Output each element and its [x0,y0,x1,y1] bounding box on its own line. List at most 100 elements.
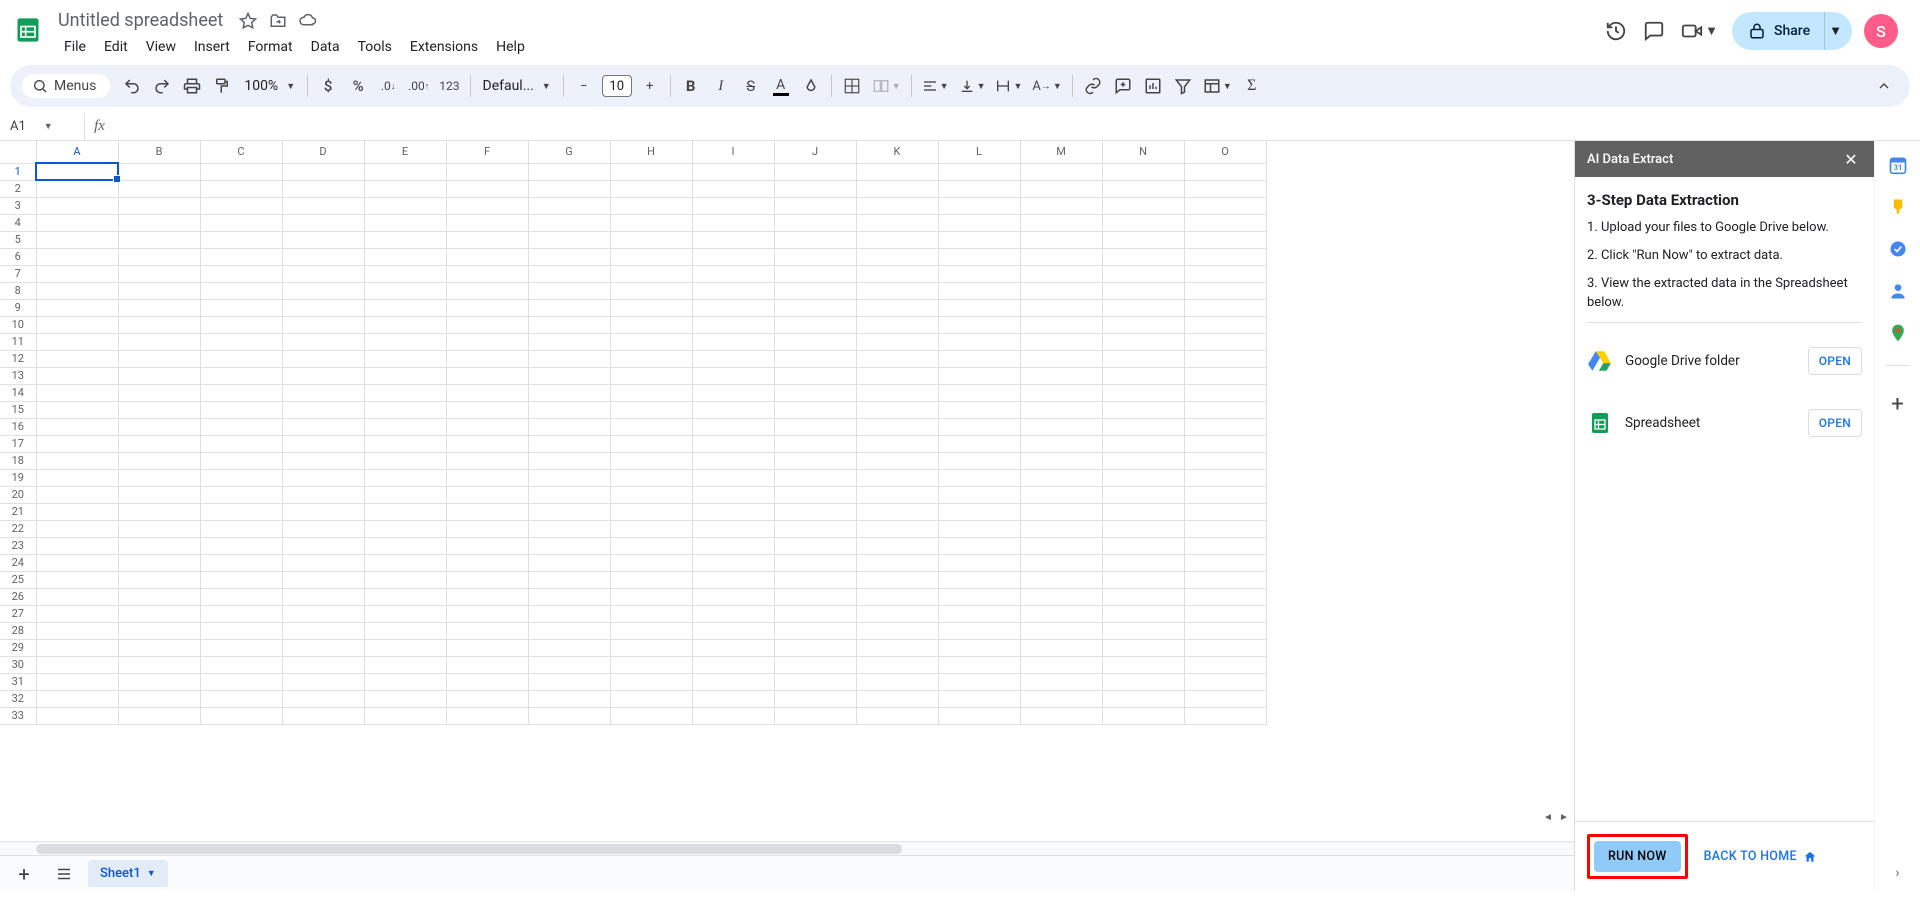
cell-E23[interactable] [364,537,446,554]
cell-B27[interactable] [118,605,200,622]
row-header-8[interactable]: 8 [0,282,36,299]
cell-C4[interactable] [200,214,282,231]
cell-H3[interactable] [610,197,692,214]
cell-O18[interactable] [1184,452,1266,469]
cell-L31[interactable] [938,673,1020,690]
cell-M1[interactable] [1020,163,1102,180]
cell-D33[interactable] [282,707,364,724]
cell-I8[interactable] [692,282,774,299]
cell-J1[interactable] [774,163,856,180]
cell-M33[interactable] [1020,707,1102,724]
cell-C24[interactable] [200,554,282,571]
cell-M4[interactable] [1020,214,1102,231]
vertical-align-button[interactable]: ▼ [955,72,990,100]
cell-B31[interactable] [118,673,200,690]
cell-J10[interactable] [774,316,856,333]
cell-K18[interactable] [856,452,938,469]
cell-M30[interactable] [1020,656,1102,673]
cell-G1[interactable] [528,163,610,180]
cell-G21[interactable] [528,503,610,520]
cell-I33[interactable] [692,707,774,724]
cell-N32[interactable] [1102,690,1184,707]
cell-E14[interactable] [364,384,446,401]
column-header-M[interactable]: M [1020,141,1102,163]
cell-I23[interactable] [692,537,774,554]
cell-I32[interactable] [692,690,774,707]
cell-D12[interactable] [282,350,364,367]
cell-D28[interactable] [282,622,364,639]
cell-H26[interactable] [610,588,692,605]
cell-J13[interactable] [774,367,856,384]
cell-N16[interactable] [1102,418,1184,435]
cell-B5[interactable] [118,231,200,248]
cell-A33[interactable] [36,707,118,724]
cell-I29[interactable] [692,639,774,656]
row-header-11[interactable]: 11 [0,333,36,350]
cell-G8[interactable] [528,282,610,299]
cell-C16[interactable] [200,418,282,435]
cell-A27[interactable] [36,605,118,622]
cell-M15[interactable] [1020,401,1102,418]
cell-H6[interactable] [610,248,692,265]
cell-O7[interactable] [1184,265,1266,282]
cell-C2[interactable] [200,180,282,197]
cell-B24[interactable] [118,554,200,571]
cell-G4[interactable] [528,214,610,231]
percent-button[interactable]: % [344,72,372,100]
cell-J5[interactable] [774,231,856,248]
column-header-N[interactable]: N [1102,141,1184,163]
cell-H18[interactable] [610,452,692,469]
cell-H32[interactable] [610,690,692,707]
cell-H8[interactable] [610,282,692,299]
close-panel-button[interactable]: ✕ [1840,148,1862,170]
cell-N28[interactable] [1102,622,1184,639]
cell-A20[interactable] [36,486,118,503]
cell-F3[interactable] [446,197,528,214]
open-drive-button[interactable]: OPEN [1808,347,1862,375]
cell-F9[interactable] [446,299,528,316]
cell-L29[interactable] [938,639,1020,656]
cell-D32[interactable] [282,690,364,707]
cell-M17[interactable] [1020,435,1102,452]
back-to-home-button[interactable]: BACK TO HOME [1704,849,1817,864]
cell-H20[interactable] [610,486,692,503]
cell-G32[interactable] [528,690,610,707]
menu-format[interactable]: Format [240,35,301,59]
cell-C19[interactable] [200,469,282,486]
paint-format-button[interactable] [208,72,236,100]
cell-E2[interactable] [364,180,446,197]
cell-F24[interactable] [446,554,528,571]
cell-M21[interactable] [1020,503,1102,520]
cell-A10[interactable] [36,316,118,333]
cell-M5[interactable] [1020,231,1102,248]
cell-M7[interactable] [1020,265,1102,282]
cell-J27[interactable] [774,605,856,622]
cell-D10[interactable] [282,316,364,333]
cell-N17[interactable] [1102,435,1184,452]
cell-N24[interactable] [1102,554,1184,571]
table-view-button[interactable]: ▼ [1199,72,1236,100]
cell-N15[interactable] [1102,401,1184,418]
cell-I3[interactable] [692,197,774,214]
cell-N11[interactable] [1102,333,1184,350]
cell-F10[interactable] [446,316,528,333]
cell-K24[interactable] [856,554,938,571]
cell-J17[interactable] [774,435,856,452]
column-header-F[interactable]: F [446,141,528,163]
cell-N27[interactable] [1102,605,1184,622]
cell-M18[interactable] [1020,452,1102,469]
cell-F22[interactable] [446,520,528,537]
cell-A29[interactable] [36,639,118,656]
cell-O2[interactable] [1184,180,1266,197]
cell-K6[interactable] [856,248,938,265]
cell-C6[interactable] [200,248,282,265]
cell-G9[interactable] [528,299,610,316]
column-header-H[interactable]: H [610,141,692,163]
cell-H13[interactable] [610,367,692,384]
insert-chart-button[interactable] [1139,72,1167,100]
cell-D15[interactable] [282,401,364,418]
cell-B10[interactable] [118,316,200,333]
column-header-E[interactable]: E [364,141,446,163]
row-header-20[interactable]: 20 [0,486,36,503]
cell-M28[interactable] [1020,622,1102,639]
